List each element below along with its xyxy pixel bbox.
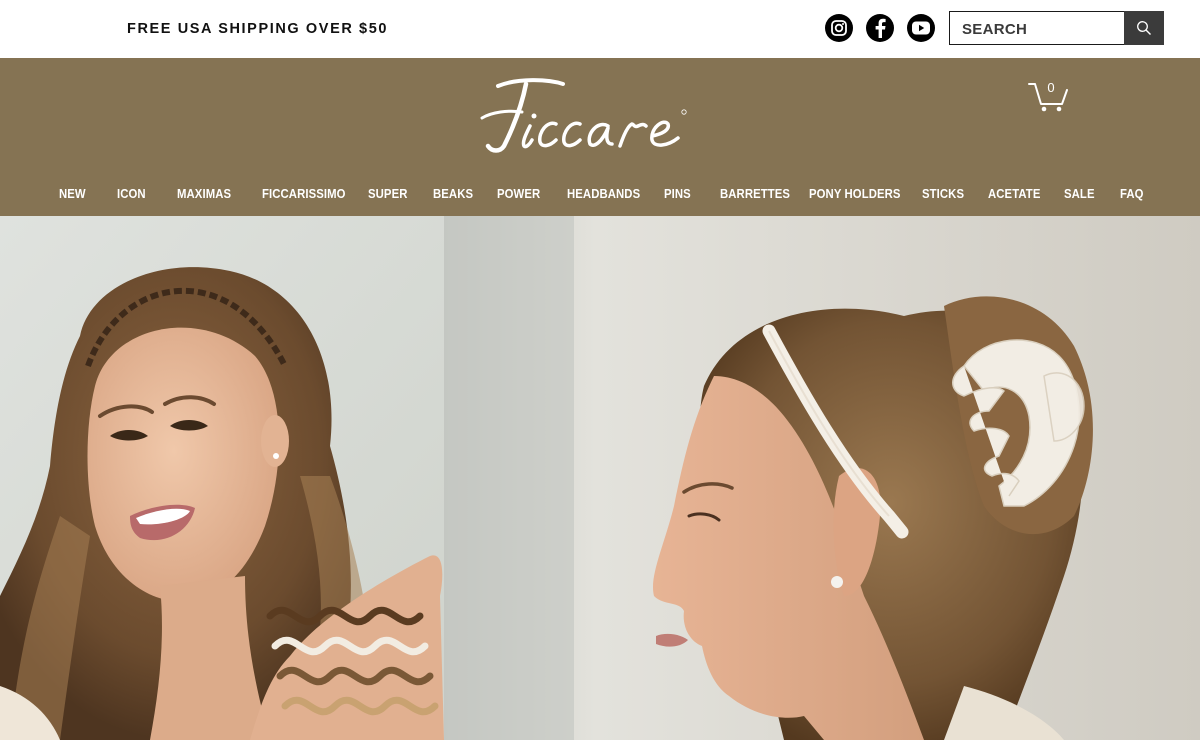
top-bar: FREE USA SHIPPING OVER $50 xyxy=(0,0,1200,58)
nav-item-pony-holders[interactable]: PONY HOLDERS xyxy=(809,187,901,201)
cart-count[interactable]: 0 xyxy=(1044,80,1058,95)
nav-item-super[interactable]: SUPER xyxy=(368,187,408,201)
nav-item-icon[interactable]: ICON xyxy=(117,187,146,201)
nav-item-maximas[interactable]: MAXIMAS xyxy=(177,187,231,201)
nav-item-faq[interactable]: FAQ xyxy=(1120,187,1144,201)
search-icon xyxy=(1137,21,1151,35)
hero-banner xyxy=(0,216,1200,740)
search-button[interactable] xyxy=(1124,11,1164,45)
nav-item-barrettes[interactable]: BARRETTES xyxy=(720,187,790,201)
hero-image-left[interactable] xyxy=(0,216,444,740)
search-input[interactable] xyxy=(950,12,1125,44)
nav-item-sticks[interactable]: STICKS xyxy=(922,187,964,201)
nav-item-ficcarissimo[interactable]: FICCARISSIMO xyxy=(262,187,346,201)
youtube-icon[interactable] xyxy=(907,14,935,42)
nav-item-acetate[interactable]: ACETATE xyxy=(988,187,1040,201)
nav-item-pins[interactable]: PINS xyxy=(664,187,691,201)
nav-item-power[interactable]: POWER xyxy=(497,187,540,201)
hero-image-right[interactable] xyxy=(444,216,1200,740)
ficcare-logo[interactable] xyxy=(478,76,723,156)
instagram-icon[interactable] xyxy=(825,14,853,42)
nav-item-beaks[interactable]: BEAKS xyxy=(433,187,473,201)
nav-item-headbands[interactable]: HEADBANDS xyxy=(567,187,640,201)
main-nav: NEW ICON MAXIMAS FICCARISSIMO SUPER BEAK… xyxy=(0,187,1200,205)
site-header: 0 NEW ICON MAXIMAS FICCARISSIMO SUPER BE… xyxy=(0,58,1200,216)
shipping-promo-text: FREE USA SHIPPING OVER $50 xyxy=(127,21,389,37)
search-box xyxy=(949,11,1164,45)
nav-item-sale[interactable]: SALE xyxy=(1064,187,1095,201)
facebook-icon[interactable] xyxy=(866,14,894,42)
nav-item-new[interactable]: NEW xyxy=(59,187,86,201)
